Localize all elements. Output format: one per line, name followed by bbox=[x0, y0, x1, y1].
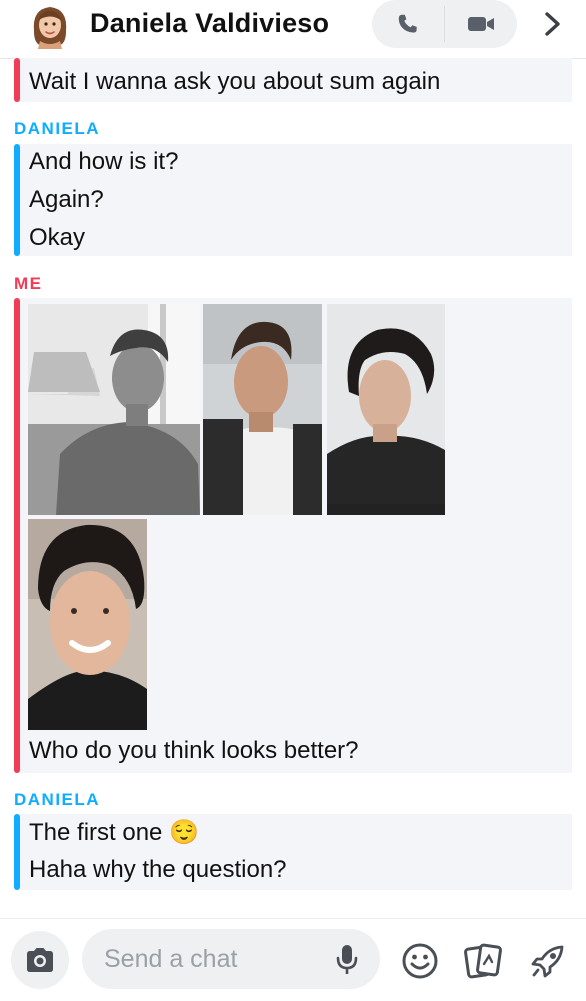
message-text[interactable]: Who do you think looks better? bbox=[29, 737, 359, 765]
stickers-icon[interactable] bbox=[463, 941, 503, 981]
sender-bar bbox=[14, 58, 20, 102]
bitmoji-avatar-icon[interactable] bbox=[26, 1, 74, 49]
message-text[interactable]: Haha why the question? bbox=[29, 856, 287, 884]
message-text[interactable]: Again? bbox=[29, 186, 104, 214]
contact-name[interactable]: Daniela Valdivieso bbox=[90, 8, 329, 39]
sender-label: DANIELA bbox=[14, 119, 101, 138]
microphone-icon[interactable] bbox=[334, 943, 360, 977]
message-group: The first one 😌 Haha why the question? bbox=[14, 814, 572, 890]
message-group: And how is it? Again? Okay bbox=[14, 144, 572, 256]
chevron-right-icon[interactable] bbox=[538, 8, 568, 40]
phone-icon[interactable] bbox=[372, 0, 444, 48]
photo-attachment[interactable] bbox=[28, 519, 147, 730]
photo-attachment[interactable] bbox=[28, 304, 200, 515]
smiley-icon[interactable] bbox=[400, 941, 440, 981]
sender-bar bbox=[14, 814, 20, 890]
chat-composer bbox=[0, 918, 586, 1001]
photo-attachment[interactable] bbox=[203, 304, 322, 515]
message-group: Wait I wanna ask you about sum again bbox=[14, 58, 572, 102]
message-text[interactable]: Okay bbox=[29, 224, 85, 252]
message-text[interactable]: The first one 😌 bbox=[29, 818, 199, 847]
sender-bar bbox=[14, 298, 20, 773]
sender-bar bbox=[14, 144, 20, 256]
camera-icon[interactable] bbox=[11, 931, 69, 989]
call-buttons bbox=[372, 0, 517, 48]
message-text[interactable]: Wait I wanna ask you about sum again bbox=[29, 68, 440, 96]
video-camera-icon[interactable] bbox=[445, 0, 517, 48]
photo-attachment[interactable] bbox=[327, 304, 445, 515]
chat-header: Daniela Valdivieso bbox=[0, 0, 586, 59]
sender-label: ME bbox=[14, 274, 43, 293]
message-group: Who do you think looks better? bbox=[14, 298, 572, 773]
message-text[interactable]: And how is it? bbox=[29, 148, 178, 176]
sender-label: DANIELA bbox=[14, 790, 101, 809]
rocket-icon[interactable] bbox=[528, 941, 568, 981]
